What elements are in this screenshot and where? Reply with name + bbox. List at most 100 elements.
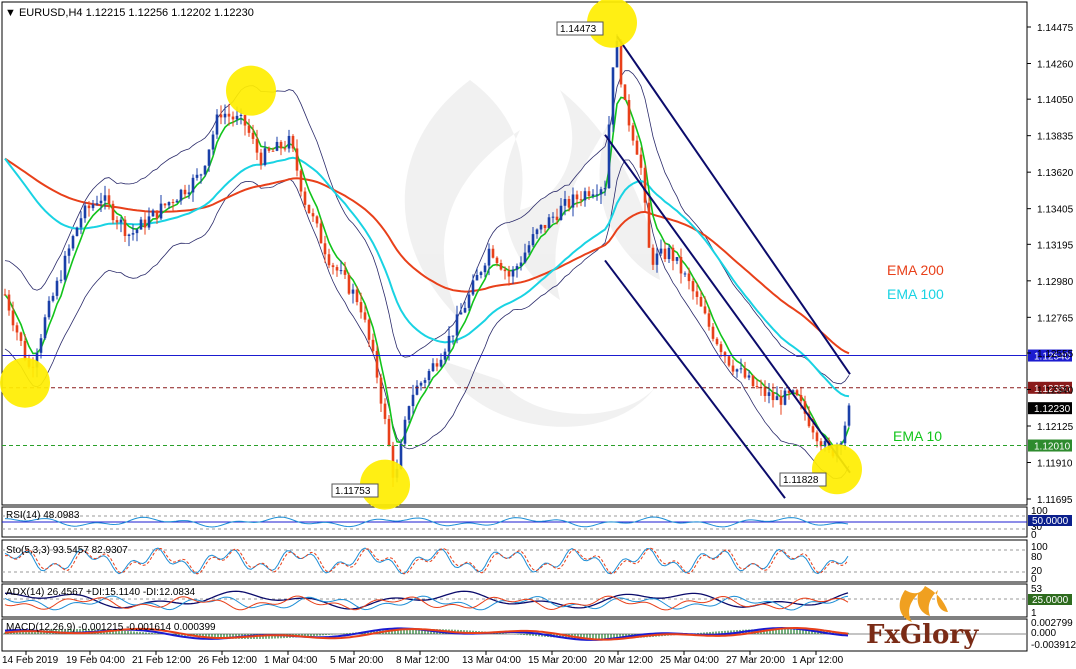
candle-body (659, 248, 663, 254)
candle-body (79, 218, 83, 228)
candle-body (719, 344, 723, 353)
candle-body (595, 194, 599, 196)
candle-body (503, 269, 507, 272)
candle-body (747, 375, 751, 378)
candle-body (351, 289, 355, 294)
x-tick-label: 5 Mar 20:00 (330, 655, 384, 666)
main-panel (1, 1, 1028, 506)
adx-tag-text: 25.0000 (1032, 595, 1069, 606)
x-tick-label: 21 Feb 12:00 (132, 655, 191, 666)
stoch-tick-80: 80 (1031, 552, 1043, 563)
candle-body (515, 266, 519, 270)
candle-body (235, 115, 239, 120)
candle-body (475, 274, 479, 281)
candle-body (307, 204, 311, 214)
candle-body (271, 150, 275, 152)
candle-body (707, 313, 711, 327)
candle-body (763, 386, 767, 396)
candle-body (327, 254, 331, 266)
macd-tick-bottom: -0.003912 (1031, 640, 1076, 651)
candle-body (115, 220, 119, 223)
candle-body (135, 229, 139, 234)
annotation-low2-text: 1.11828 (783, 475, 819, 486)
candle-body (627, 100, 631, 126)
candle-body (579, 199, 583, 201)
candle-body (771, 392, 775, 401)
candle-body (811, 426, 815, 433)
candle-body (455, 314, 459, 336)
candle-body (39, 338, 43, 353)
candle-body (559, 205, 563, 220)
candle-body (487, 248, 491, 266)
candle-body (535, 229, 539, 235)
candle-body (187, 192, 191, 195)
candle-body (179, 189, 183, 201)
candle-body (847, 405, 851, 426)
candle-body (459, 312, 463, 315)
candle-body (167, 202, 171, 206)
candle-body (411, 394, 415, 407)
candle-body (555, 216, 559, 220)
candle-body (331, 265, 335, 268)
candle-body (467, 294, 471, 308)
y-tick-label: 1.14475 (1037, 23, 1074, 34)
candle-body (319, 223, 323, 244)
candle-body (311, 213, 315, 217)
candle-body (671, 247, 675, 261)
candle-body (143, 219, 147, 228)
candle-body (663, 248, 667, 260)
candle-body (635, 140, 639, 155)
candle-body (611, 67, 615, 125)
candle-body (547, 217, 551, 229)
y-tick-label: 1.12340 (1037, 385, 1074, 396)
candle-body (767, 392, 771, 396)
candle-body (751, 375, 755, 387)
candle-body (695, 291, 699, 297)
candle-body (123, 219, 127, 237)
y-tick-label: 1.11695 (1037, 495, 1073, 506)
y-tick-label: 1.11910 (1037, 458, 1073, 469)
candle-body (499, 263, 503, 270)
candle-body (263, 148, 267, 165)
macd-tick-zero: 0.000 (1031, 628, 1056, 639)
x-tick-label: 15 Mar 20:00 (528, 655, 587, 666)
candle-body (23, 340, 27, 360)
candle-body (623, 84, 627, 101)
candle-body (711, 326, 715, 339)
candle-body (527, 245, 531, 253)
candle-body (11, 310, 15, 326)
chart-header: ▼ EURUSD,H4 1.12215 1.12256 1.12202 1.12… (5, 7, 254, 19)
candle-body (3, 294, 7, 296)
candle-body (675, 256, 679, 261)
candle-body (367, 319, 371, 340)
candle-body (415, 385, 419, 395)
candle-body (775, 396, 779, 401)
candle-body (523, 252, 527, 263)
y-tick-label: 1.13195 (1037, 240, 1074, 251)
candle-body (219, 114, 223, 118)
candle-body (347, 274, 351, 294)
candle-body (495, 257, 499, 264)
y-tick-label: 1.12765 (1037, 313, 1074, 324)
candle-body (583, 191, 587, 201)
x-tick-label: 13 Mar 04:00 (462, 655, 521, 666)
candle-body (655, 253, 659, 265)
y-tick-label: 1.13405 (1037, 205, 1074, 216)
y-tick-label: 1.13620 (1037, 168, 1074, 179)
candle-body (567, 199, 571, 208)
candle-body (59, 279, 63, 281)
candle-body (715, 338, 719, 345)
logo-text: FxGlory (866, 620, 979, 650)
highlight-circle (0, 357, 50, 408)
candle-body (227, 113, 231, 117)
candle-body (267, 148, 271, 151)
candle-body (519, 262, 523, 267)
ema100-label: EMA 100 (887, 286, 944, 302)
x-tick-label: 25 Mar 04:00 (660, 655, 719, 666)
candle-body (651, 247, 655, 265)
candle-body (315, 216, 319, 224)
candle-body (199, 174, 203, 176)
rsi-tick-0: 0 (1031, 530, 1037, 541)
candle-body (463, 307, 467, 313)
y-tick-label: 1.13835 (1037, 132, 1074, 143)
